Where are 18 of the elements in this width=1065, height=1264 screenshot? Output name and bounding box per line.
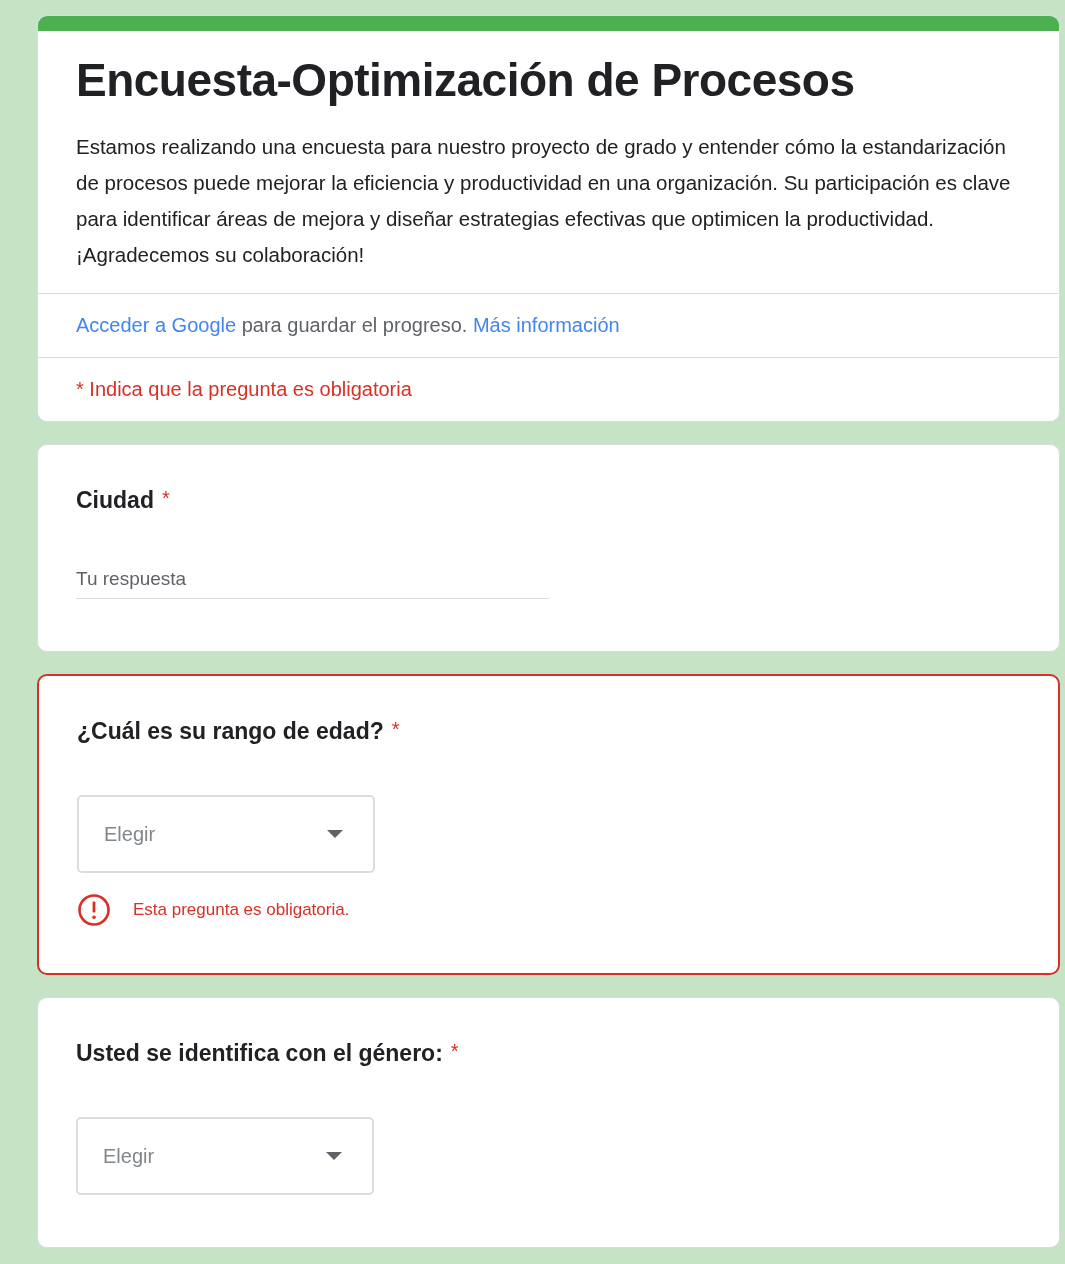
sign-in-notice: Acceder a Google para guardar el progreso. Más información — [76, 314, 621, 337]
error-message: Esta pregunta es obligatoria. — [133, 900, 350, 920]
more-info-link[interactable]: Más información — [472, 314, 620, 336]
form-title: Encuesta-Optimización de Procesos — [76, 53, 856, 107]
question-title: ¿Cuál es su rango de edad? — [77, 718, 384, 745]
dropdown-field[interactable]: Elegir — [76, 1117, 374, 1195]
caret-icon — [327, 830, 343, 838]
error-icon — [77, 893, 111, 927]
sign-in-link[interactable]: Acceder a Google — [76, 314, 237, 336]
required-mark: * — [391, 718, 400, 741]
question-title: Ciudad — [76, 487, 154, 514]
required-mark: * — [161, 487, 170, 510]
required-mark: * — [450, 1040, 459, 1063]
dropdown-field[interactable]: Elegir — [77, 795, 375, 873]
required-note: * Indica que la pregunta es obligatoria — [76, 378, 413, 401]
form-description: Estamos realizando una encuesta para nuestro proyecto de grado y entender cómo la estandarización de procesos puede mejorar la eficiencia y productividad en una organización. Su participación es clave para identificar áreas de mejora y diseñar estrategias efectivas que optimicen la productividad. ¡Agradecemos su colaboración! — [76, 134, 1012, 268]
question-title: Usted se identifica con el género: — [76, 1040, 443, 1067]
caret-icon — [326, 1152, 342, 1160]
